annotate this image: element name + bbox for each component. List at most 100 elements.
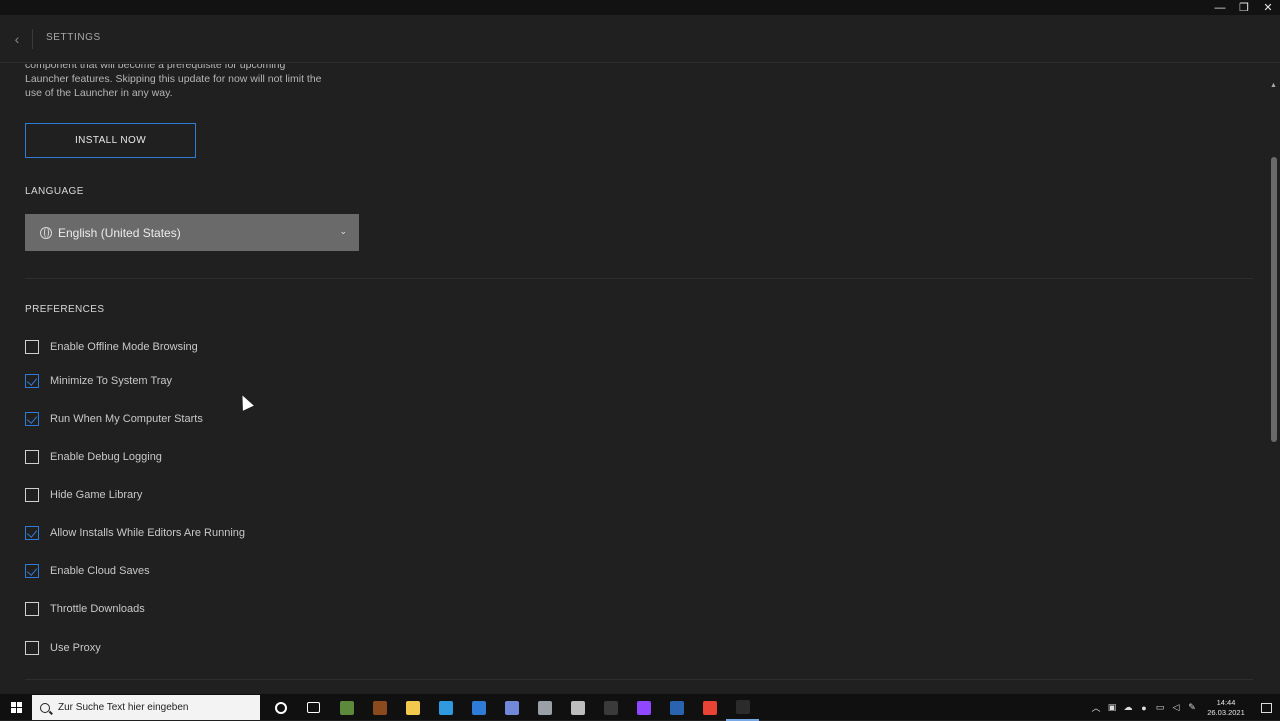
clock-date: 26.03.2021 — [1207, 707, 1245, 717]
preference-label: Minimize To System Tray — [50, 375, 173, 387]
edge-icon-glyph — [438, 700, 453, 715]
cortana-icon[interactable] — [264, 694, 297, 721]
page-title: SETTINGS — [46, 32, 101, 43]
tray-app-icon[interactable]: ▣ — [1104, 694, 1120, 721]
system-tray: ︿ ▣ ☁ ● ▭ ◁ ✎ 14:44 26.03.2021 — [1088, 694, 1280, 721]
globe-icon — [40, 226, 52, 239]
file-explorer-icon-glyph — [405, 700, 420, 715]
clock-time: 14:44 — [1216, 697, 1236, 707]
obs-icon[interactable] — [594, 694, 627, 721]
preference-checkbox-row[interactable]: Enable Cloud Saves — [25, 563, 150, 579]
chrome-icon[interactable] — [693, 694, 726, 721]
preference-checkbox-row[interactable]: Enable Debug Logging — [25, 449, 162, 465]
epic-games-icon-glyph — [735, 699, 750, 714]
title-bar: — ❐ ✕ — [0, 0, 1280, 15]
language-section-title: LANGUAGE — [25, 186, 84, 197]
preference-label: Throttle Downloads — [50, 603, 145, 615]
edge-icon[interactable] — [429, 694, 462, 721]
checkbox-unchecked[interactable] — [25, 641, 39, 655]
checkbox-unchecked[interactable] — [25, 602, 39, 616]
back-button[interactable]: ‹ — [8, 29, 26, 49]
preferences-section-title: PREFERENCES — [25, 304, 105, 315]
cpuz-icon[interactable] — [660, 694, 693, 721]
preference-checkbox-row[interactable]: Throttle Downloads — [25, 601, 145, 617]
app-icon-glyph — [537, 700, 552, 715]
search-placeholder: Zur Suche Text hier eingeben — [58, 702, 189, 713]
app-icon-2-glyph — [570, 700, 585, 715]
scrollbar[interactable]: ▲ — [1266, 64, 1280, 693]
update-description: component that will become a prerequisit… — [25, 64, 322, 99]
language-dropdown[interactable]: English (United States) ⌄ — [25, 214, 359, 251]
start-button[interactable] — [0, 694, 32, 721]
cortana-icon-glyph — [274, 701, 287, 714]
checkbox-checked[interactable] — [25, 526, 39, 540]
preference-checkbox-row[interactable]: Hide Game Library — [25, 487, 142, 503]
language-selected-value: English (United States) — [58, 225, 181, 240]
discord-icon[interactable] — [495, 694, 528, 721]
cpuz-icon-glyph — [669, 700, 684, 715]
mail-icon-glyph — [471, 700, 486, 715]
app-icon[interactable] — [528, 694, 561, 721]
preference-checkbox-row[interactable]: Minimize To System Tray — [25, 373, 172, 389]
taskbar-clock[interactable]: 14:44 26.03.2021 — [1200, 694, 1252, 721]
install-now-button[interactable]: INSTALL NOW — [25, 123, 196, 158]
epic-games-icon[interactable] — [726, 694, 759, 721]
twitch-icon[interactable] — [627, 694, 660, 721]
notification-icon — [1260, 702, 1272, 713]
taskbar-search-input[interactable]: Zur Suche Text hier eingeben — [32, 695, 260, 720]
file-explorer-icon[interactable] — [396, 694, 429, 721]
maximize-button[interactable]: ❐ — [1232, 0, 1256, 15]
preference-label: Run When My Computer Starts — [50, 413, 203, 425]
minecraft-icon-glyph — [339, 700, 354, 715]
chevron-down-icon: ⌄ — [339, 226, 347, 236]
header-divider — [32, 29, 33, 49]
preference-checkbox-row[interactable]: Run When My Computer Starts — [25, 411, 203, 427]
task-view-icon-glyph — [307, 702, 320, 713]
minecraft-dungeons-icon[interactable] — [363, 694, 396, 721]
task-view-icon[interactable] — [297, 694, 330, 721]
checkbox-checked[interactable] — [25, 374, 39, 388]
checkbox-checked[interactable] — [25, 564, 39, 578]
app-icon-2[interactable] — [561, 694, 594, 721]
twitch-icon-glyph — [636, 700, 651, 715]
discord-icon-glyph — [504, 700, 519, 715]
show-hidden-icons-icon[interactable]: ︿ — [1088, 694, 1104, 721]
minecraft-icon[interactable] — [330, 694, 363, 721]
checkbox-checked[interactable] — [25, 412, 39, 426]
preference-checkbox-row[interactable]: Use Proxy — [25, 640, 101, 656]
preference-label: Hide Game Library — [50, 489, 143, 501]
network-icon[interactable]: ▭ — [1152, 694, 1168, 721]
mail-icon[interactable] — [462, 694, 495, 721]
taskbar-apps — [264, 694, 759, 721]
settings-header: ‹ SETTINGS — [0, 15, 1280, 63]
checkbox-unchecked[interactable] — [25, 488, 39, 502]
section-divider — [25, 278, 1253, 279]
preference-label: Use Proxy — [50, 642, 101, 654]
scroll-up-arrow-icon[interactable]: ▲ — [1270, 82, 1277, 89]
preference-label: Enable Offline Mode Browsing — [50, 341, 198, 353]
window-controls: — ❐ ✕ — [1208, 0, 1280, 15]
scrollbar-thumb[interactable] — [1271, 157, 1277, 442]
obs-icon-glyph — [603, 700, 618, 715]
epic-launcher-window: — ❐ ✕ ‹ SETTINGS component that will bec… — [0, 0, 1280, 693]
minecraft-dungeons-icon-glyph — [372, 700, 387, 715]
minimize-button[interactable]: — — [1208, 0, 1232, 15]
search-icon — [40, 702, 50, 713]
checkbox-unchecked[interactable] — [25, 340, 39, 354]
close-button[interactable]: ✕ — [1256, 0, 1280, 15]
preference-checkbox-row[interactable]: Allow Installs While Editors Are Running — [25, 525, 245, 541]
volume-icon[interactable]: ◁ — [1168, 694, 1184, 721]
chrome-icon-glyph — [702, 700, 717, 715]
onedrive-icon[interactable]: ☁ — [1120, 694, 1136, 721]
preference-label: Allow Installs While Editors Are Running — [50, 527, 246, 539]
pen-icon[interactable]: ✎ — [1184, 694, 1200, 721]
notification-center-button[interactable] — [1252, 694, 1280, 721]
windows-logo-icon — [10, 702, 22, 713]
settings-content: component that will become a prerequisit… — [0, 64, 1266, 693]
microphone-icon[interactable]: ● — [1136, 694, 1152, 721]
preference-label: Enable Cloud Saves — [50, 565, 150, 577]
windows-taskbar: Zur Suche Text hier eingeben ︿ ▣ ☁ ● ▭ ◁… — [0, 693, 1280, 721]
checkbox-unchecked[interactable] — [25, 450, 39, 464]
preference-checkbox-row[interactable]: Enable Offline Mode Browsing — [25, 339, 198, 355]
preference-label: Enable Debug Logging — [50, 451, 162, 463]
